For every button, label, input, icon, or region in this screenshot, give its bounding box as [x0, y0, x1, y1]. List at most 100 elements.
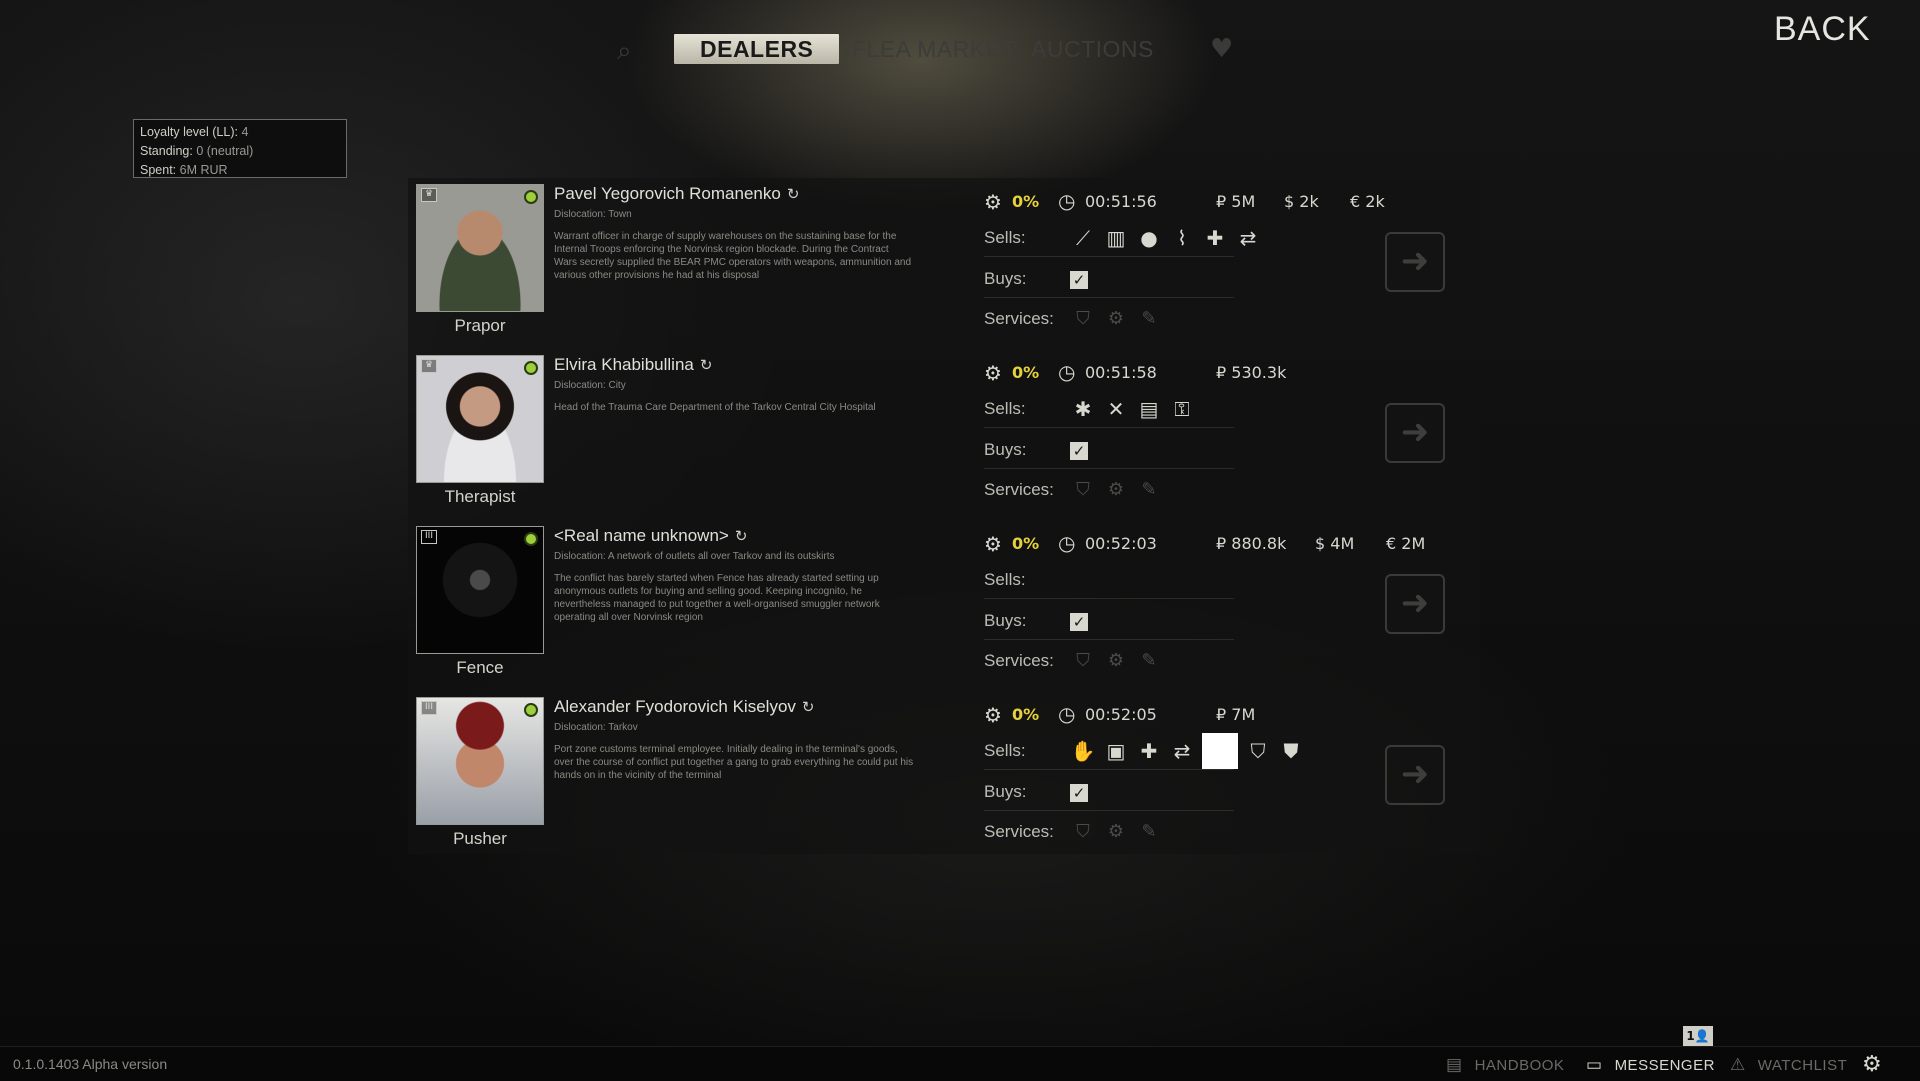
armor-icon[interactable]: ⛉	[1245, 738, 1271, 764]
services-label: Services:	[984, 651, 1054, 671]
dealer-row-pusher[interactable]: III Pusher Alexander Fyodorovich Kiselyo…	[408, 691, 1480, 857]
insurance-icon[interactable]: ⛉	[1070, 308, 1096, 329]
open-trader-button[interactable]: ➜	[1385, 403, 1445, 463]
tab-dealers[interactable]: DEALERS	[674, 34, 839, 64]
dealer-dislocation: Dislocation: City	[554, 380, 626, 391]
case-icon[interactable]: ▣	[1103, 738, 1129, 764]
refresh-icon[interactable]: ↻	[700, 357, 713, 374]
open-trader-button[interactable]: ➜	[1385, 574, 1445, 634]
buys-checkbox[interactable]: ✓	[1070, 613, 1088, 631]
dealer-portrait[interactable]: III	[416, 526, 544, 654]
warning-icon: ⚠	[1730, 1055, 1746, 1074]
dealer-full-name: Pavel Yegorovich Romanenko↻	[554, 184, 799, 204]
dealer-portrait[interactable]: ♛	[416, 355, 544, 483]
quests-icon[interactable]: ✎	[1136, 650, 1162, 671]
magazine-icon[interactable]: ▥	[1103, 225, 1129, 251]
services-icons: ⛉ ⚙ ✎	[1070, 821, 1169, 842]
money-balance: $ 2k	[1284, 192, 1319, 211]
vest-icon[interactable]: ⛊	[1278, 738, 1304, 764]
buys-label: Buys:	[984, 269, 1027, 289]
repair-icon[interactable]: ⚙	[1103, 308, 1129, 329]
top-nav: ⌕ DEALERS FLEA MARKET AUCTIONS ♥	[0, 30, 1920, 70]
buys-checkbox[interactable]: ✓	[1070, 442, 1088, 460]
buys-checkbox[interactable]: ✓	[1070, 784, 1088, 802]
knife-icon[interactable]: ⌇	[1169, 225, 1195, 251]
loyalty-tooltip: Loyalty level (LL): 4 Standing: 0 (neutr…	[133, 119, 347, 178]
refresh-icon[interactable]: ↻	[802, 699, 815, 716]
dealer-portrait[interactable]: ♛	[416, 184, 544, 312]
discount-value: 0%	[1012, 705, 1039, 724]
open-trader-button[interactable]: ➜	[1385, 745, 1445, 805]
handbook-label: HANDBOOK	[1475, 1057, 1565, 1074]
divider	[984, 297, 1234, 298]
refresh-icon[interactable]: ↻	[787, 186, 800, 203]
dealer-row-prapor[interactable]: ♛ Prapor Pavel Yegorovich Romanenko↻ Dis…	[408, 178, 1480, 344]
dealer-portrait[interactable]: III	[416, 697, 544, 825]
repair-icon[interactable]: ⚙	[1103, 821, 1129, 842]
meds-icon[interactable]: ✱	[1070, 396, 1096, 422]
dealer-row-fence[interactable]: III Fence <Real name unknown>↻ Dislocati…	[408, 520, 1480, 686]
rifle-icon[interactable]: ⟋	[1070, 225, 1096, 251]
trade-icon[interactable]: ⇄	[1235, 225, 1261, 251]
back-button[interactable]: BACK	[1774, 10, 1871, 49]
tooltip-spent: Spent: 6M RUR	[140, 161, 340, 180]
dealer-avatar	[417, 185, 543, 311]
dealer-row-therapist[interactable]: ♛ Therapist Elvira Khabibullina↻ Disloca…	[408, 349, 1480, 515]
open-trader-button[interactable]: ➜	[1385, 232, 1445, 292]
dealer-name-text: Alexander Fyodorovich Kiselyov	[554, 697, 796, 716]
search-icon[interactable]: ⌕	[617, 36, 632, 67]
gloves-icon[interactable]: ✋	[1070, 738, 1096, 764]
dealer-dislocation: Dislocation: A network of outlets all ov…	[554, 551, 835, 562]
buys-label: Buys:	[984, 782, 1027, 802]
divider	[984, 598, 1234, 599]
buys-label: Buys:	[984, 611, 1027, 631]
dealer-stat-row: ⚙ 0% ◷ 00:51:58 ₽ 530.3k	[976, 361, 1476, 385]
info-icon[interactable]: ▤	[1136, 396, 1162, 422]
repair-icon[interactable]: ⚙	[1103, 650, 1129, 671]
key-icon[interactable]: ⚿	[1169, 396, 1195, 422]
medkit-icon[interactable]: ✚	[1202, 225, 1228, 251]
sells-empty-slot[interactable]	[1202, 733, 1238, 769]
friends-badge[interactable]: 1👤	[1683, 1026, 1713, 1046]
divider	[984, 810, 1234, 811]
trade-icon[interactable]: ⇄	[1169, 738, 1195, 764]
services-icons: ⛉ ⚙ ✎	[1070, 650, 1169, 671]
handbook-icon: ▤	[1446, 1055, 1463, 1074]
medkit-icon[interactable]: ✚	[1136, 738, 1162, 764]
insurance-icon[interactable]: ⛉	[1070, 650, 1096, 671]
messenger-button[interactable]: ▭MESSENGER	[1586, 1055, 1715, 1075]
clock-icon: ◷	[1058, 360, 1075, 384]
online-status-icon	[524, 532, 538, 546]
tab-auctions[interactable]: AUCTIONS	[1031, 34, 1154, 64]
insurance-icon[interactable]: ⛉	[1070, 479, 1096, 500]
messenger-label: MESSENGER	[1615, 1057, 1715, 1074]
watchlist-button[interactable]: ⚠WATCHLIST	[1730, 1055, 1847, 1075]
quests-icon[interactable]: ✎	[1136, 479, 1162, 500]
online-status-icon	[524, 361, 538, 375]
money-balance: ₽ 880.8k	[1216, 534, 1286, 553]
settings-icon[interactable]: ⚙	[1862, 1051, 1882, 1077]
dealer-full-name: Elvira Khabibullina↻	[554, 355, 712, 375]
grenade-icon[interactable]: ●	[1136, 225, 1162, 251]
friends-count: 1	[1686, 1029, 1694, 1043]
buys-checkbox[interactable]: ✓	[1070, 271, 1088, 289]
dealer-nickname: Fence	[416, 658, 544, 678]
food-icon[interactable]: ✕	[1103, 396, 1129, 422]
services-label: Services:	[984, 822, 1054, 842]
restock-timer: 00:52:05	[1085, 705, 1157, 724]
tab-flea-market[interactable]: FLEA MARKET	[852, 34, 1016, 64]
quests-icon[interactable]: ✎	[1136, 308, 1162, 329]
handbook-button[interactable]: ▤ HANDBOOK	[1446, 1055, 1564, 1075]
refresh-icon[interactable]: ↻	[735, 528, 748, 545]
repair-icon[interactable]: ⚙	[1103, 479, 1129, 500]
dealer-avatar	[417, 356, 543, 482]
insurance-icon[interactable]: ⛉	[1070, 821, 1096, 842]
heart-icon[interactable]: ♥	[1210, 34, 1233, 64]
sells-categories: ⟋ ▥ ● ⌇ ✚ ⇄	[1070, 225, 1268, 251]
dealer-avatar	[417, 527, 543, 653]
quests-icon[interactable]: ✎	[1136, 821, 1162, 842]
services-icons: ⛉ ⚙ ✎	[1070, 308, 1169, 329]
rank-badge: ♛	[421, 188, 437, 202]
clock-icon: ◷	[1058, 531, 1075, 555]
dealer-description: The conflict has barely started when Fen…	[554, 572, 914, 624]
